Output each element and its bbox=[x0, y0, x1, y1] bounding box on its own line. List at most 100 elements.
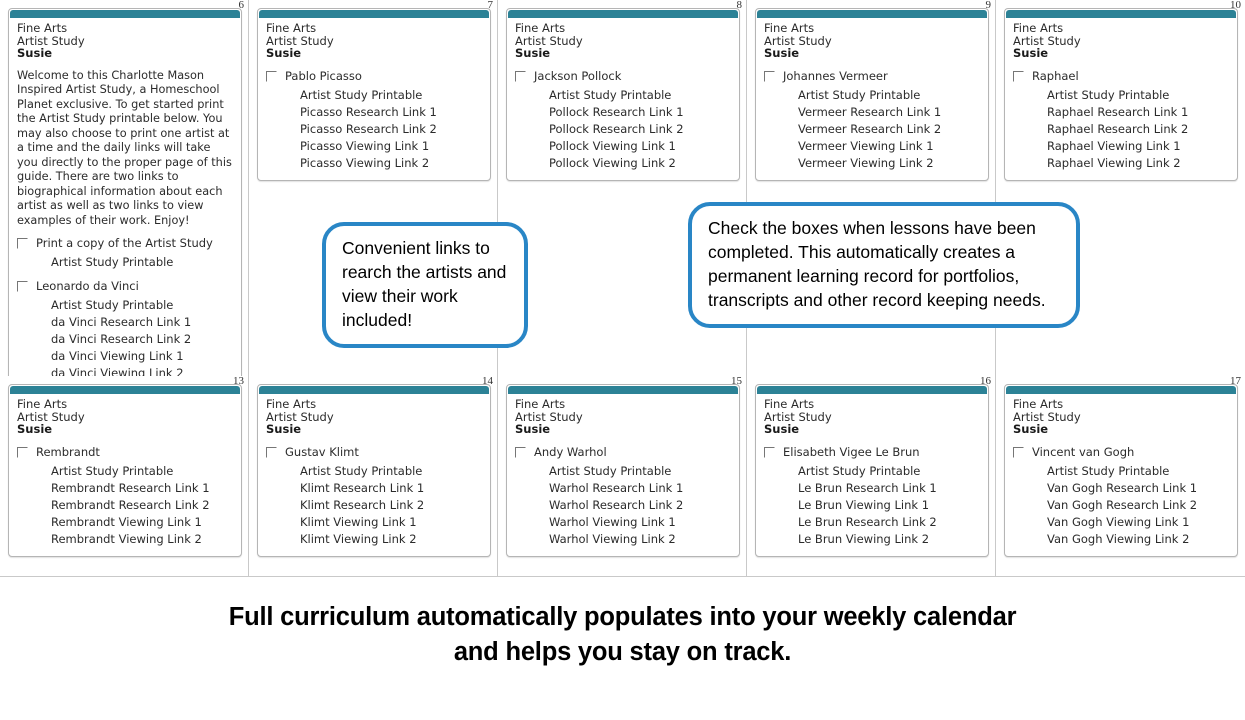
task-row[interactable]: Vincent van Gogh bbox=[1013, 445, 1229, 459]
assignment-card[interactable]: Fine Arts Artist Study Susie Jackson Polloc… bbox=[506, 8, 740, 181]
task-link[interactable]: Rembrandt Research Link 2 bbox=[51, 497, 233, 514]
task-link[interactable]: Rembrandt Viewing Link 1 bbox=[51, 514, 233, 531]
task-checkbox-icon[interactable] bbox=[1013, 70, 1024, 82]
task-link[interactable]: Van Gogh Viewing Link 2 bbox=[1047, 531, 1229, 548]
task-link[interactable]: Warhol Research Link 1 bbox=[549, 480, 731, 497]
task-link[interactable]: da Vinci Viewing Link 1 bbox=[51, 348, 233, 365]
task-link[interactable]: Warhol Research Link 2 bbox=[549, 497, 731, 514]
task-checkbox-icon[interactable] bbox=[266, 70, 277, 82]
task-link[interactable]: Pollock Viewing Link 2 bbox=[549, 155, 731, 172]
task-checkbox-icon[interactable] bbox=[17, 238, 28, 250]
task-checkbox-icon[interactable] bbox=[17, 281, 28, 293]
task-link[interactable]: Rembrandt Research Link 1 bbox=[51, 480, 233, 497]
task-link[interactable]: Raphael Research Link 2 bbox=[1047, 121, 1229, 138]
task-link[interactable]: Artist Study Printable bbox=[300, 87, 482, 104]
task-checkbox-icon[interactable] bbox=[1013, 446, 1024, 458]
callout-links-text: Convenient links to rearch the artists a… bbox=[342, 238, 507, 330]
task-link[interactable]: Artist Study Printable bbox=[51, 297, 233, 314]
task-link[interactable]: Picasso Research Link 2 bbox=[300, 121, 482, 138]
task-link[interactable]: Le Brun Research Link 2 bbox=[798, 514, 980, 531]
task-link[interactable]: Artist Study Printable bbox=[1047, 463, 1229, 480]
task-link[interactable]: Artist Study Printable bbox=[549, 87, 731, 104]
task-link[interactable]: Van Gogh Viewing Link 1 bbox=[1047, 514, 1229, 531]
task-link[interactable]: Van Gogh Research Link 1 bbox=[1047, 480, 1229, 497]
task-link[interactable]: Le Brun Research Link 1 bbox=[798, 480, 980, 497]
task-link[interactable]: Rembrandt Viewing Link 2 bbox=[51, 531, 233, 548]
assignment-card[interactable]: Fine Arts Artist Study Susie Raphael Artist … bbox=[1004, 8, 1238, 181]
task-link[interactable]: Artist Study Printable bbox=[51, 254, 233, 271]
task-row[interactable]: Leonardo da Vinci bbox=[17, 280, 233, 293]
task-row[interactable]: Rembrandt bbox=[17, 445, 233, 459]
assignment-card[interactable]: Fine Arts Artist Study Susie Elisabeth Vige… bbox=[755, 384, 989, 557]
card-subject-line: Fine Arts bbox=[515, 21, 566, 35]
card-subject-line: Fine Arts bbox=[266, 397, 317, 411]
task-link[interactable]: Vermeer Viewing Link 2 bbox=[798, 155, 980, 172]
card-student-name: Susie bbox=[266, 46, 302, 61]
task-link[interactable]: Artist Study Printable bbox=[1047, 87, 1229, 104]
assignment-card[interactable]: Fine Arts Artist Study Susie Gustav Klimt Ar… bbox=[257, 384, 491, 557]
task-row[interactable]: Print a copy of the Artist Study bbox=[17, 237, 233, 250]
task-link[interactable]: Artist Study Printable bbox=[798, 87, 980, 104]
task-link[interactable]: Vermeer Viewing Link 1 bbox=[798, 138, 980, 155]
task-checkbox-icon[interactable] bbox=[515, 446, 526, 458]
task-link[interactable]: Artist Study Printable bbox=[798, 463, 980, 480]
task-row[interactable]: Andy Warhol bbox=[515, 445, 731, 459]
task-link[interactable]: Pollock Viewing Link 1 bbox=[549, 138, 731, 155]
assignment-card[interactable]: Fine Arts Artist Study Susie Johannes Verme… bbox=[755, 8, 989, 181]
day-column: 13 Fine Arts Artist Study Susie Rembrandt Art… bbox=[0, 375, 249, 576]
task-link[interactable]: Picasso Research Link 1 bbox=[300, 104, 482, 121]
task-checkbox-icon[interactable] bbox=[764, 70, 775, 82]
card-student-name: Susie bbox=[17, 422, 53, 437]
task-link[interactable]: Le Brun Viewing Link 1 bbox=[798, 497, 980, 514]
task-label: Jackson Pollock bbox=[534, 68, 622, 83]
card-student-name: Susie bbox=[266, 422, 302, 437]
task-link[interactable]: Klimt Viewing Link 1 bbox=[300, 514, 482, 531]
card-student-name: Susie bbox=[764, 422, 800, 437]
card-color-bar bbox=[10, 386, 240, 394]
task-row[interactable]: Gustav Klimt bbox=[266, 445, 482, 459]
task-link[interactable]: Van Gogh Research Link 2 bbox=[1047, 497, 1229, 514]
card-body: Fine Arts Artist Study Susie Vincent van Go… bbox=[1005, 394, 1237, 556]
card-color-bar bbox=[1006, 10, 1236, 18]
task-link-list: Artist Study Printable Vermeer Research L… bbox=[798, 87, 980, 172]
task-row[interactable]: Raphael bbox=[1013, 69, 1229, 83]
task-link[interactable]: Vermeer Research Link 2 bbox=[798, 121, 980, 138]
task-link[interactable]: Raphael Research Link 1 bbox=[1047, 104, 1229, 121]
assignment-card[interactable]: Fine Arts Artist Study Susie Pablo Picasso A… bbox=[257, 8, 491, 181]
task-checkbox-icon[interactable] bbox=[266, 446, 277, 458]
task-link[interactable]: Klimt Research Link 2 bbox=[300, 497, 482, 514]
task-link[interactable]: Raphael Viewing Link 1 bbox=[1047, 138, 1229, 155]
task-link[interactable]: Picasso Viewing Link 1 bbox=[300, 138, 482, 155]
task-link[interactable]: Warhol Viewing Link 1 bbox=[549, 514, 731, 531]
task-link[interactable]: Warhol Viewing Link 2 bbox=[549, 531, 731, 548]
task-link[interactable]: Artist Study Printable bbox=[549, 463, 731, 480]
task-row[interactable]: Pablo Picasso bbox=[266, 69, 482, 83]
card-color-bar bbox=[757, 10, 987, 18]
task-link[interactable]: Vermeer Research Link 1 bbox=[798, 104, 980, 121]
assignment-card[interactable]: Fine Arts Artist Study Susie Andy Warhol Art… bbox=[506, 384, 740, 557]
day-column: 16 Fine Arts Artist Study Susie Elisabeth Vi… bbox=[747, 375, 996, 576]
assignment-card[interactable]: Fine Arts Artist Study Susie Rembrandt Artis… bbox=[8, 384, 242, 557]
card-body: Fine Arts Artist Study Susie Gustav Klimt Ar… bbox=[258, 394, 490, 556]
task-link[interactable]: Pollock Research Link 1 bbox=[549, 104, 731, 121]
task-checkbox-icon[interactable] bbox=[764, 446, 775, 458]
task-row[interactable]: Johannes Vermeer bbox=[764, 69, 980, 83]
task-link[interactable]: Klimt Research Link 1 bbox=[300, 480, 482, 497]
task-link[interactable]: da Vinci Research Link 2 bbox=[51, 331, 233, 348]
assignment-card[interactable]: Fine Arts Artist Study Susie Vincent van Go… bbox=[1004, 384, 1238, 557]
task-row[interactable]: Elisabeth Vigee Le Brun bbox=[764, 445, 980, 459]
task-link[interactable]: Le Brun Viewing Link 2 bbox=[798, 531, 980, 548]
task-link[interactable]: Klimt Viewing Link 2 bbox=[300, 531, 482, 548]
task-link[interactable]: da Vinci Research Link 1 bbox=[51, 314, 233, 331]
task-link[interactable]: Pollock Research Link 2 bbox=[549, 121, 731, 138]
task-link[interactable]: Artist Study Printable bbox=[300, 463, 482, 480]
task-checkbox-icon[interactable] bbox=[515, 70, 526, 82]
task-link[interactable]: Picasso Viewing Link 2 bbox=[300, 155, 482, 172]
card-body: Fine Arts Artist Study Susie Andy Warhol Art… bbox=[507, 394, 739, 556]
card-color-bar bbox=[508, 10, 738, 18]
task-row[interactable]: Jackson Pollock bbox=[515, 68, 731, 83]
task-link[interactable]: Artist Study Printable bbox=[51, 463, 233, 480]
task-link[interactable]: Raphael Viewing Link 2 bbox=[1047, 155, 1229, 172]
assignment-card[interactable]: Fine Arts Artist Study Susie Welcome to thi… bbox=[8, 8, 242, 392]
task-checkbox-icon[interactable] bbox=[17, 446, 28, 458]
